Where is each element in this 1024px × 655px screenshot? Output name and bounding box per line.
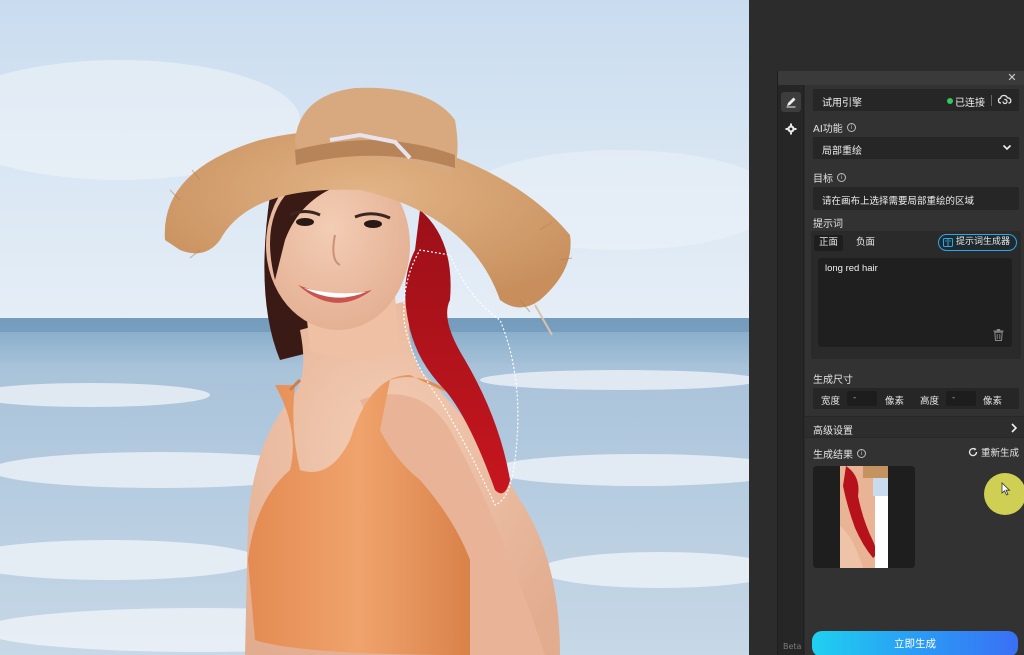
result-label: 生成结果 [813,450,853,461]
divider [991,95,992,106]
cloud-refresh-icon [997,94,1012,105]
info-icon[interactable]: i [857,449,866,458]
ai-function-label-row: AI功能 i [813,120,856,135]
ai-function-label: AI功能 [813,124,843,135]
prompt-textarea[interactable]: long red hair [817,257,1013,348]
advanced-settings-label: 高级设置 [813,426,853,437]
width-label: 宽度 [821,396,841,407]
canvas-divider [749,0,777,655]
rail-edit-button[interactable] [781,92,801,112]
engine-label: 试用引擎 [822,98,862,109]
tab-positive[interactable]: 正面 [814,235,844,251]
info-icon[interactable]: i [837,173,846,182]
generate-button[interactable]: 立即生成 [812,631,1018,655]
panel-content: 试用引擎 已连接 AI功能 i 局部重绘 目标 i 请在画布上选择需要局部重绘的… [805,85,1024,655]
trash-icon[interactable] [993,329,1004,341]
target-label-row: 目标 i [813,170,846,185]
image-canvas[interactable] [0,0,749,655]
regenerate-label: 重新生成 [980,448,1019,459]
chevron-right-icon [1011,423,1018,433]
beta-label: Beta [783,642,802,651]
ai-plugin-panel: ✕ Beta 试用引擎 已连接 AI功能 i 局部重绘 目标 i 请在画布上选择… [777,71,1024,655]
size-label: 生成尺寸 [813,375,853,386]
target-field: 请在画布上选择需要局部重绘的区域 [813,187,1019,210]
ai-function-value: 局部重绘 [822,146,862,157]
panel-title-bar[interactable]: ✕ [778,71,1024,85]
width-input[interactable]: - [847,391,877,406]
chevron-down-icon [1002,144,1012,151]
prompt-section: 正面 负面 提示词生成器 long red hair [811,231,1021,359]
target-label: 目标 [813,174,833,185]
size-row: 宽度 - 像素 高度 - 像素 [813,388,1019,409]
result-image [813,466,915,568]
book-icon [942,238,953,247]
connection-status: 已连接 [955,98,985,109]
width-unit: 像素 [885,396,905,407]
height-label: 高度 [920,396,940,407]
rail-settings-button[interactable] [781,119,801,139]
pen-icon [786,97,796,108]
result-thumbnail[interactable] [813,466,915,568]
prompt-label-row: 提示词 [813,215,843,230]
regenerate-button[interactable]: 重新生成 [968,445,1019,459]
status-dot [947,98,953,104]
prompt-generator-button[interactable]: 提示词生成器 [937,234,1017,251]
advanced-settings-row[interactable]: 高级设置 [805,416,1024,438]
target-hint: 请在画布上选择需要局部重绘的区域 [822,196,975,207]
engine-refresh-button[interactable] [997,92,1013,108]
height-input[interactable]: - [946,391,976,406]
gear-icon [785,123,797,135]
refresh-icon [968,447,978,457]
prompt-text: long red hair [825,263,878,274]
close-icon[interactable]: ✕ [1005,71,1019,85]
info-icon[interactable]: i [846,123,856,132]
app-background [749,0,1024,71]
engine-row: 试用引擎 已连接 [813,89,1019,111]
prompt-generator-label: 提示词生成器 [955,237,1010,247]
result-label-row: 生成结果 i [813,446,866,461]
mouse-pointer-icon [1001,482,1011,496]
size-label-row: 生成尺寸 [813,371,853,386]
ai-function-select[interactable]: 局部重绘 [813,137,1019,159]
height-unit: 像素 [983,396,1003,407]
tab-negative[interactable]: 负面 [851,235,880,251]
prompt-label: 提示词 [813,219,843,230]
beach-portrait-photo [0,0,749,655]
panel-side-rail: Beta [778,85,804,655]
